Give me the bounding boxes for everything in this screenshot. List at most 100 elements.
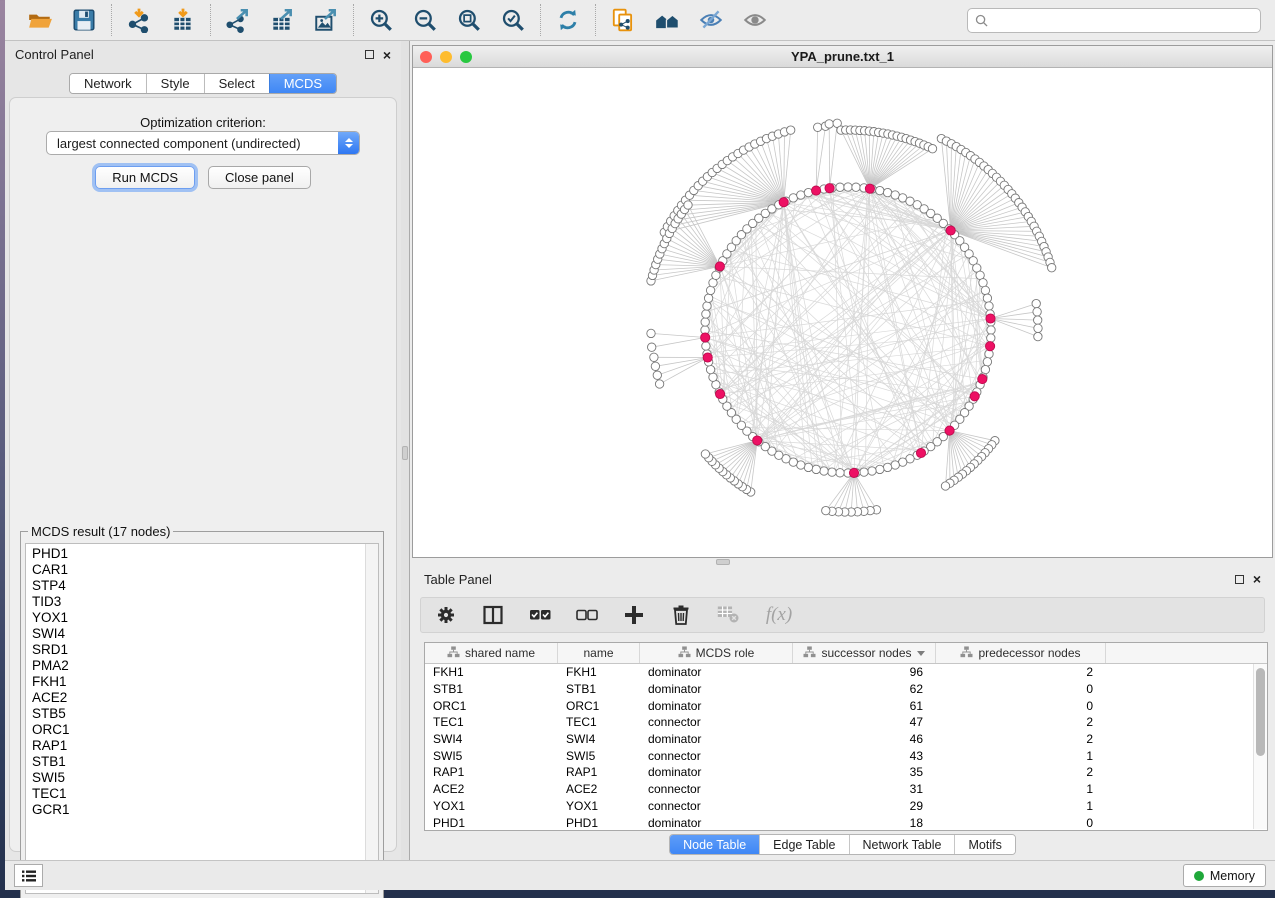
- column-header-predecessor-nodes[interactable]: predecessor nodes: [936, 643, 1106, 663]
- table-row[interactable]: TEC1TEC1connector472: [425, 714, 1267, 731]
- cell-MCDS-role[interactable]: dominator: [640, 682, 793, 696]
- tab-network[interactable]: Network: [70, 74, 146, 93]
- hide-eye-icon[interactable]: [696, 5, 726, 35]
- mcds-result-item[interactable]: SWI4: [32, 626, 378, 642]
- gear-icon[interactable]: [433, 602, 459, 628]
- splitter-grip[interactable]: [402, 446, 408, 460]
- cell-name[interactable]: TEC1: [558, 715, 640, 729]
- cell-successor-nodes[interactable]: 18: [793, 816, 936, 830]
- mcds-list-scrollbar[interactable]: [365, 544, 378, 893]
- cell-shared-name[interactable]: SWI4: [425, 732, 558, 746]
- tab-mcds[interactable]: MCDS: [269, 74, 336, 93]
- column-header-name[interactable]: name: [558, 643, 640, 663]
- table-row[interactable]: STB1STB1dominator620: [425, 681, 1267, 698]
- search-box[interactable]: [967, 8, 1261, 33]
- mcds-result-item[interactable]: PHD1: [32, 546, 378, 562]
- column-header-shared-name[interactable]: shared name: [425, 643, 558, 663]
- mcds-result-item[interactable]: GCR1: [32, 802, 378, 818]
- cell-successor-nodes[interactable]: 96: [793, 665, 936, 679]
- mcds-result-list[interactable]: PHD1CAR1STP4TID3YOX1SWI4SRD1PMA2FKH1ACE2…: [25, 543, 379, 894]
- vertical-splitter[interactable]: [401, 41, 410, 860]
- cell-shared-name[interactable]: STB1: [425, 682, 558, 696]
- import-table-icon[interactable]: [168, 5, 198, 35]
- mcds-result-item[interactable]: CAR1: [32, 562, 378, 578]
- float-panel-icon[interactable]: [1235, 575, 1244, 584]
- columns-icon[interactable]: [480, 602, 506, 628]
- zoom-in-icon[interactable]: [366, 5, 396, 35]
- cell-name[interactable]: YOX1: [558, 799, 640, 813]
- home-networks-icon[interactable]: [652, 5, 682, 35]
- zoom-out-icon[interactable]: [410, 5, 440, 35]
- cell-name[interactable]: ACE2: [558, 782, 640, 796]
- refresh-layout-icon[interactable]: [553, 5, 583, 35]
- cell-MCDS-role[interactable]: dominator: [640, 816, 793, 830]
- export-network-icon[interactable]: [223, 5, 253, 35]
- export-image-icon[interactable]: [311, 5, 341, 35]
- cell-MCDS-role[interactable]: dominator: [640, 665, 793, 679]
- import-network-icon[interactable]: [124, 5, 154, 35]
- tab-edge-table[interactable]: Edge Table: [759, 835, 848, 854]
- table-row[interactable]: RAP1RAP1dominator352: [425, 764, 1267, 781]
- zoom-fit-icon[interactable]: [454, 5, 484, 35]
- cell-predecessor-nodes[interactable]: 2: [936, 765, 1106, 779]
- task-history-button[interactable]: [14, 864, 43, 887]
- cell-MCDS-role[interactable]: connector: [640, 782, 793, 796]
- table-row[interactable]: YOX1YOX1connector291: [425, 798, 1267, 815]
- close-panel-icon[interactable]: ×: [1253, 574, 1261, 584]
- deselect-all-icon[interactable]: [574, 602, 600, 628]
- mcds-result-item[interactable]: ACE2: [32, 690, 378, 706]
- column-header-successor-nodes[interactable]: successor nodes: [793, 643, 936, 663]
- table-row[interactable]: SWI4SWI4dominator462: [425, 731, 1267, 748]
- mcds-result-item[interactable]: STB5: [32, 706, 378, 722]
- open-folder-icon[interactable]: [25, 5, 55, 35]
- table-row[interactable]: SWI5SWI5connector431: [425, 747, 1267, 764]
- cell-predecessor-nodes[interactable]: 1: [936, 782, 1106, 796]
- horizontal-splitter[interactable]: [410, 558, 1275, 566]
- cell-shared-name[interactable]: SWI5: [425, 749, 558, 763]
- cell-MCDS-role[interactable]: dominator: [640, 765, 793, 779]
- close-panel-button[interactable]: Close panel: [208, 166, 311, 189]
- cell-name[interactable]: FKH1: [558, 665, 640, 679]
- splitter-grip[interactable]: [716, 559, 730, 565]
- table-row[interactable]: PHD1PHD1dominator180: [425, 814, 1267, 831]
- table-row[interactable]: FKH1FKH1dominator962: [425, 664, 1267, 681]
- cell-name[interactable]: SWI4: [558, 732, 640, 746]
- save-icon[interactable]: [69, 5, 99, 35]
- cell-predecessor-nodes[interactable]: 2: [936, 715, 1106, 729]
- zoom-selected-icon[interactable]: [498, 5, 528, 35]
- mcds-result-item[interactable]: SRD1: [32, 642, 378, 658]
- table-row[interactable]: ORC1ORC1dominator610: [425, 697, 1267, 714]
- cell-MCDS-role[interactable]: dominator: [640, 732, 793, 746]
- memory-button[interactable]: Memory: [1183, 864, 1266, 887]
- cell-name[interactable]: ORC1: [558, 699, 640, 713]
- tab-node-table[interactable]: Node Table: [670, 835, 759, 854]
- mcds-result-item[interactable]: STP4: [32, 578, 378, 594]
- cell-MCDS-role[interactable]: connector: [640, 749, 793, 763]
- cell-name[interactable]: PHD1: [558, 816, 640, 830]
- cell-MCDS-role[interactable]: connector: [640, 799, 793, 813]
- mcds-result-item[interactable]: YOX1: [32, 610, 378, 626]
- search-input[interactable]: [993, 13, 1253, 27]
- float-panel-icon[interactable]: [365, 50, 374, 59]
- network-graph[interactable]: [413, 68, 1272, 557]
- run-mcds-button[interactable]: Run MCDS: [95, 166, 195, 189]
- cell-name[interactable]: STB1: [558, 682, 640, 696]
- cell-predecessor-nodes[interactable]: 2: [936, 732, 1106, 746]
- cell-successor-nodes[interactable]: 61: [793, 699, 936, 713]
- network-canvas[interactable]: [413, 68, 1272, 557]
- table-scrollbar[interactable]: [1253, 664, 1267, 829]
- show-eye-icon[interactable]: [740, 5, 770, 35]
- cell-predecessor-nodes[interactable]: 0: [936, 816, 1106, 830]
- cell-successor-nodes[interactable]: 43: [793, 749, 936, 763]
- cell-successor-nodes[interactable]: 46: [793, 732, 936, 746]
- clone-network-icon[interactable]: [608, 5, 638, 35]
- mcds-result-item[interactable]: TEC1: [32, 786, 378, 802]
- mcds-result-item[interactable]: FKH1: [32, 674, 378, 690]
- cell-successor-nodes[interactable]: 31: [793, 782, 936, 796]
- cell-successor-nodes[interactable]: 35: [793, 765, 936, 779]
- mcds-result-item[interactable]: SWI5: [32, 770, 378, 786]
- mcds-result-item[interactable]: STB1: [32, 754, 378, 770]
- cell-successor-nodes[interactable]: 62: [793, 682, 936, 696]
- cell-predecessor-nodes[interactable]: 2: [936, 665, 1106, 679]
- cell-shared-name[interactable]: PHD1: [425, 816, 558, 830]
